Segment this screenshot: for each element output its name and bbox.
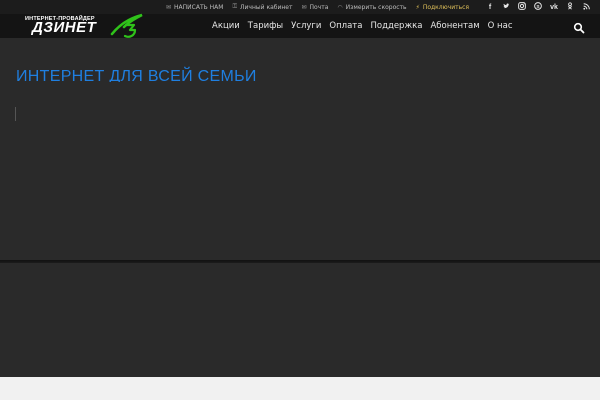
hero-divider (0, 260, 600, 263)
key-icon: ⚿ (232, 3, 238, 10)
rss-icon[interactable] (578, 2, 594, 12)
search-icon[interactable] (573, 19, 585, 34)
social-links: f S vk (482, 0, 594, 14)
personal-account-link[interactable]: ⚿ Личный кабинет (232, 3, 292, 11)
twitter-icon[interactable] (498, 2, 514, 12)
nav-item-services[interactable]: Услуги (291, 21, 321, 31)
nav-item-subscribers[interactable]: Абонентам (430, 21, 479, 31)
hero-text-cursor (15, 107, 16, 121)
hero-title: ИНТЕРНЕТ ДЛЯ ВСЕЙ СЕМЬИ (16, 62, 316, 82)
page-footer-strip (0, 377, 600, 400)
hero-title-text: ИНТЕРНЕТ ДЛЯ ВСЕЙ СЕМЬИ (16, 68, 257, 82)
mail-label: Почта (309, 3, 329, 11)
nav-item-promotions[interactable]: Акции (212, 21, 240, 31)
mail-link[interactable]: ✉ Почта (301, 4, 328, 11)
speed-test-link[interactable]: ◠ Измерить скорость (337, 4, 406, 11)
nav-item-support[interactable]: Поддержка (370, 21, 422, 31)
connect-label: Подключиться (422, 3, 470, 11)
main-menu: Акции Тарифы Услуги Оплата Поддержка Або… (212, 14, 521, 38)
facebook-icon[interactable]: f (482, 4, 498, 11)
envelope-icon: ✉ (301, 3, 307, 11)
odnoklassniki-icon[interactable] (562, 2, 578, 12)
site-logo[interactable]: ИНТЕРНЕТ-ПРОВАЙДЕР ДЗИНЕТ (24, 13, 154, 38)
logo-swoosh-icon (110, 13, 143, 38)
mail-icon: ✉ (166, 3, 172, 11)
connect-link[interactable]: ⚡ Подключиться (416, 4, 469, 11)
logo-name: ДЗИНЕТ (32, 19, 97, 36)
nav-item-payment[interactable]: Оплата (329, 21, 362, 31)
write-to-us-link[interactable]: ✉ НАПИСАТЬ НАМ (166, 4, 223, 11)
skype-icon[interactable]: S (530, 2, 546, 12)
plug-icon: ⚡ (415, 3, 420, 11)
main-navbar: ИНТЕРНЕТ-ПРОВАЙДЕР ДЗИНЕТ Акции Тарифы У… (0, 13, 600, 38)
nav-item-about[interactable]: О нас (488, 21, 513, 31)
personal-account-label: Личный кабинет (240, 3, 293, 11)
speed-test-label: Измерить скорость (345, 3, 407, 11)
write-to-us-label: НАПИСАТЬ НАМ (174, 3, 224, 11)
wifi-icon: ◠ (337, 3, 343, 11)
top-links: ✉ НАПИСАТЬ НАМ ⚿ Личный кабинет ✉ Почта … (166, 0, 478, 14)
vk-icon[interactable]: vk (546, 4, 562, 11)
nav-item-tariffs[interactable]: Тарифы (248, 21, 283, 31)
instagram-icon[interactable] (514, 2, 530, 12)
top-bar: ✉ НАПИСАТЬ НАМ ⚿ Личный кабинет ✉ Почта … (0, 0, 600, 14)
